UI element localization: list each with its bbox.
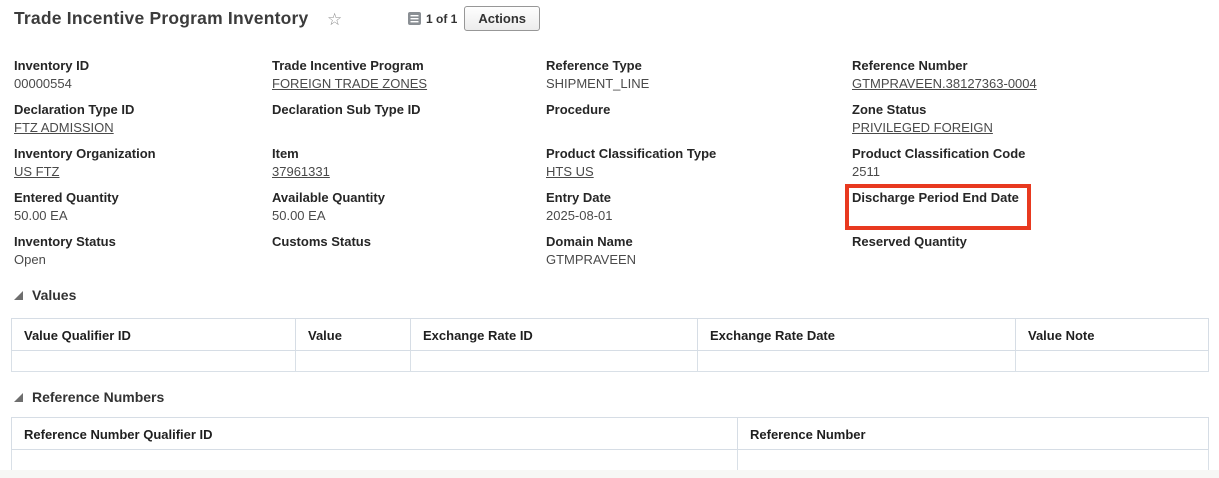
record-count: 1 of 1 — [426, 12, 457, 26]
field-entered-quantity: Entered Quantity 50.00 EA — [14, 190, 272, 234]
field-label: Inventory Organization — [14, 146, 272, 161]
table-cell — [296, 351, 411, 372]
column-header-reference-number-qualifier-id[interactable]: Reference Number Qualifier ID — [12, 418, 738, 450]
field-reference-number: Reference Number GTMPRAVEEN.38127363-000… — [852, 58, 1209, 102]
field-value — [852, 208, 1209, 224]
field-value — [272, 252, 546, 268]
field-declaration-sub-type-id: Declaration Sub Type ID — [272, 102, 546, 146]
field-label: Available Quantity — [272, 190, 546, 205]
field-label: Domain Name — [546, 234, 852, 249]
field-label: Customs Status — [272, 234, 546, 249]
field-inventory-organization: Inventory Organization US FTZ — [14, 146, 272, 190]
field-inventory-id: Inventory ID 00000554 — [14, 58, 272, 102]
values-table: Value Qualifier ID Value Exchange Rate I… — [11, 318, 1209, 372]
values-section-title: Values — [32, 287, 76, 303]
column-header-value-qualifier-id[interactable]: Value Qualifier ID — [12, 319, 296, 351]
declaration-type-link[interactable]: FTZ ADMISSION — [14, 120, 272, 136]
values-table-header-row: Value Qualifier ID Value Exchange Rate I… — [12, 319, 1209, 351]
field-available-quantity: Available Quantity 50.00 EA — [272, 190, 546, 234]
field-entry-date: Entry Date 2025-08-01 — [546, 190, 852, 234]
zone-status-link[interactable]: PRIVILEGED FOREIGN — [852, 120, 1209, 136]
page-header: Trade Incentive Program Inventory ☆ 1 of… — [0, 0, 1219, 32]
field-reference-type: Reference Type SHIPMENT_LINE — [546, 58, 852, 102]
collapse-triangle-icon[interactable] — [14, 291, 23, 300]
column-header-exchange-rate-id[interactable]: Exchange Rate ID — [411, 319, 698, 351]
field-label: Procedure — [546, 102, 852, 117]
field-zone-status: Zone Status PRIVILEGED FOREIGN — [852, 102, 1209, 146]
page-footer-strip — [0, 470, 1219, 478]
field-reserved-quantity: Reserved Quantity — [852, 234, 1209, 278]
field-value: Open — [14, 252, 272, 268]
record-navigation: 1 of 1 Actions — [408, 6, 540, 31]
column-header-exchange-rate-date[interactable]: Exchange Rate Date — [698, 319, 1016, 351]
field-declaration-type-id: Declaration Type ID FTZ ADMISSION — [14, 102, 272, 146]
field-value — [272, 120, 546, 136]
field-value: 00000554 — [14, 76, 272, 92]
column-header-reference-number[interactable]: Reference Number — [738, 418, 1209, 450]
field-label: Product Classification Type — [546, 146, 852, 161]
field-label: Declaration Sub Type ID — [272, 102, 546, 117]
field-domain-name: Domain Name GTMPRAVEEN — [546, 234, 852, 278]
field-label: Product Classification Code — [852, 146, 1209, 161]
page-title: Trade Incentive Program Inventory — [14, 8, 308, 29]
reference-numbers-header-row: Reference Number Qualifier ID Reference … — [12, 418, 1209, 450]
field-value: GTMPRAVEEN — [546, 252, 852, 268]
field-procedure: Procedure — [546, 102, 852, 146]
favorite-star-icon[interactable]: ☆ — [327, 10, 342, 30]
detail-fields-grid: Inventory ID 00000554 Trade Incentive Pr… — [0, 58, 1219, 278]
table-cell — [1016, 351, 1209, 372]
field-label: Zone Status — [852, 102, 1209, 117]
item-link[interactable]: 37961331 — [272, 164, 546, 180]
field-value — [546, 120, 852, 136]
column-header-value-note[interactable]: Value Note — [1016, 319, 1209, 351]
field-label: Inventory ID — [14, 58, 272, 73]
table-cell — [12, 351, 296, 372]
field-value: 50.00 EA — [14, 208, 272, 224]
values-table-empty-row[interactable] — [12, 351, 1209, 372]
field-label: Trade Incentive Program — [272, 58, 546, 73]
reference-numbers-section-header: Reference Numbers — [0, 388, 1219, 406]
field-discharge-period-end-date: Discharge Period End Date — [852, 190, 1209, 234]
field-trade-incentive-program: Trade Incentive Program FOREIGN TRADE ZO… — [272, 58, 546, 102]
field-item: Item 37961331 — [272, 146, 546, 190]
reference-number-link[interactable]: GTMPRAVEEN.38127363-0004 — [852, 76, 1209, 92]
field-value — [852, 252, 1209, 268]
field-label: Reserved Quantity — [852, 234, 1209, 249]
field-product-classification-type: Product Classification Type HTS US — [546, 146, 852, 190]
table-cell — [738, 450, 1209, 471]
field-value: 2025-08-01 — [546, 208, 852, 224]
field-label: Declaration Type ID — [14, 102, 272, 117]
reference-numbers-section-title: Reference Numbers — [32, 389, 164, 405]
field-label: Entry Date — [546, 190, 852, 205]
product-classification-type-link[interactable]: HTS US — [546, 164, 852, 180]
field-value: 50.00 EA — [272, 208, 546, 224]
actions-button[interactable]: Actions — [464, 6, 540, 31]
field-customs-status: Customs Status — [272, 234, 546, 278]
collapse-triangle-icon[interactable] — [14, 393, 23, 402]
reference-numbers-table: Reference Number Qualifier ID Reference … — [11, 417, 1209, 471]
field-label: Reference Type — [546, 58, 852, 73]
field-product-classification-code: Product Classification Code 2511 — [852, 146, 1209, 190]
reference-numbers-empty-row[interactable] — [12, 450, 1209, 471]
table-cell — [12, 450, 738, 471]
field-inventory-status: Inventory Status Open — [14, 234, 272, 278]
inventory-organization-link[interactable]: US FTZ — [14, 164, 272, 180]
field-label: Discharge Period End Date — [852, 190, 1209, 205]
trade-incentive-program-link[interactable]: FOREIGN TRADE ZONES — [272, 76, 546, 92]
field-label: Inventory Status — [14, 234, 272, 249]
field-value: 2511 — [852, 164, 1209, 180]
field-value: SHIPMENT_LINE — [546, 76, 852, 92]
field-label: Item — [272, 146, 546, 161]
table-cell — [698, 351, 1016, 372]
field-label: Entered Quantity — [14, 190, 272, 205]
values-section-header: Values — [0, 286, 1219, 304]
column-header-value[interactable]: Value — [296, 319, 411, 351]
table-cell — [411, 351, 698, 372]
record-list-icon[interactable] — [408, 12, 421, 25]
field-label: Reference Number — [852, 58, 1209, 73]
